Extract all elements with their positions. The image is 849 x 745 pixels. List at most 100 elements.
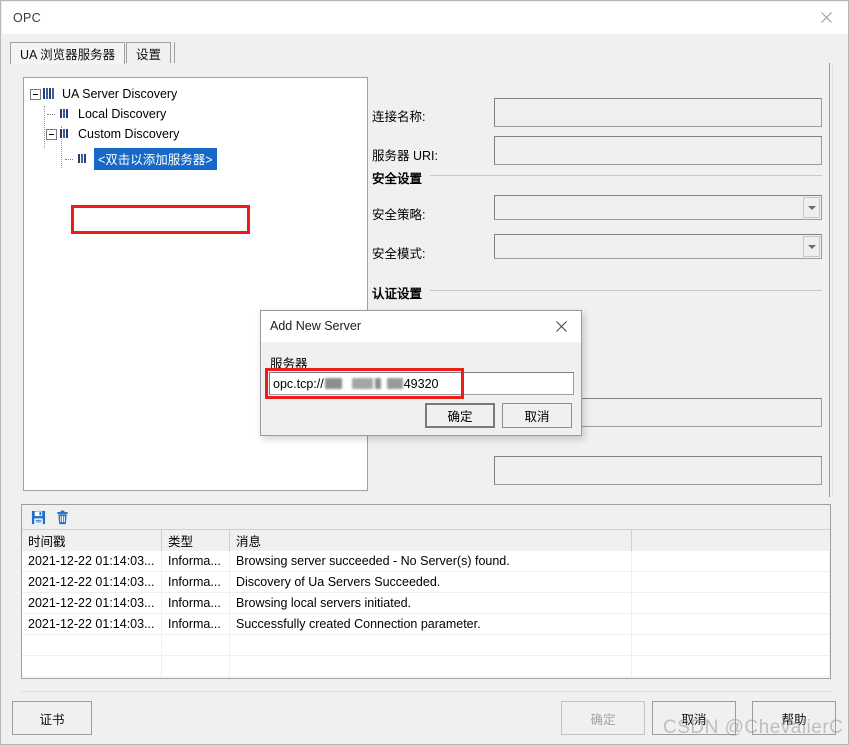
close-icon[interactable] bbox=[541, 311, 581, 341]
table-row[interactable]: 2021-12-22 01:14:03... Informa... Discov… bbox=[22, 572, 830, 593]
redacted-host-part bbox=[374, 378, 381, 389]
server-icon bbox=[59, 127, 73, 141]
tab-label: 设置 bbox=[136, 48, 162, 62]
opc-configuration-window: OPC UA 浏览器服务器 设置 UA Server Discovery Loc… bbox=[0, 0, 849, 745]
log-table-body: 2021-12-22 01:14:03... Informa... Browsi… bbox=[22, 551, 830, 678]
cell-extra bbox=[632, 656, 830, 676]
server-url-input[interactable]: opc.tcp:// 49320 bbox=[269, 372, 574, 395]
certificate-button[interactable]: 证书 bbox=[12, 701, 92, 735]
server-url-port: 49320 bbox=[403, 376, 439, 391]
cell-timestamp: 2021-12-22 01:14:03... bbox=[22, 593, 162, 613]
cell-extra bbox=[632, 572, 830, 592]
column-header-type[interactable]: 类型 bbox=[162, 530, 230, 551]
help-button[interactable]: 帮助 bbox=[752, 701, 836, 735]
redacted-host-part bbox=[386, 378, 403, 389]
cell-extra bbox=[632, 551, 830, 571]
dialog-cancel-button[interactable]: 取消 bbox=[502, 403, 572, 428]
trash-icon[interactable] bbox=[50, 506, 74, 528]
log-panel: 时间戳 类型 消息 2021-12-22 01:14:03... Informa… bbox=[21, 504, 831, 679]
cell-timestamp: 2021-12-22 01:14:03... bbox=[22, 551, 162, 571]
cell-message: Browsing server succeeded - No Server(s)… bbox=[230, 551, 632, 571]
dialog-titlebar: Add New Server bbox=[261, 311, 581, 342]
log-toolbar bbox=[22, 505, 830, 530]
chevron-down-icon[interactable] bbox=[803, 197, 820, 218]
server-uri-label: 服务器 URI: bbox=[372, 149, 438, 163]
ok-button[interactable]: 确定 bbox=[561, 701, 645, 735]
table-row[interactable]: 2021-12-22 01:14:03... Informa... Browsi… bbox=[22, 551, 830, 572]
tab-settings[interactable]: 设置 bbox=[126, 42, 172, 64]
table-row[interactable] bbox=[22, 635, 830, 656]
tree-node-local-discovery[interactable]: Local Discovery bbox=[24, 104, 367, 124]
tree-node-custom-discovery[interactable]: Custom Discovery bbox=[24, 124, 367, 144]
connection-name-input[interactable] bbox=[494, 98, 822, 127]
cell-message bbox=[230, 635, 632, 655]
close-icon[interactable] bbox=[803, 2, 848, 33]
column-header-timestamp[interactable]: 时间戳 bbox=[22, 530, 162, 551]
footer-divider bbox=[21, 691, 831, 692]
cell-extra bbox=[632, 614, 830, 634]
cell-timestamp: 2021-12-22 01:14:03... bbox=[22, 572, 162, 592]
table-row[interactable] bbox=[22, 656, 830, 677]
security-mode-label: 安全模式: bbox=[372, 247, 426, 261]
cell-type: Informa... bbox=[162, 593, 230, 613]
security-settings-group-label: 安全设置 bbox=[372, 168, 428, 187]
tree-connector-icon bbox=[64, 154, 75, 165]
tree-node-ua-server-discovery[interactable]: UA Server Discovery bbox=[24, 84, 367, 104]
server-uri-input[interactable] bbox=[494, 136, 822, 165]
tree-node-label: <双击以添加服务器> bbox=[94, 148, 217, 170]
cell-extra bbox=[632, 593, 830, 613]
auth-settings-divider bbox=[430, 290, 822, 291]
dialog-ok-button[interactable]: 确定 bbox=[425, 403, 495, 428]
tree-node-label: Custom Discovery bbox=[78, 127, 180, 141]
log-table-header: 时间戳 类型 消息 bbox=[22, 530, 830, 551]
table-row[interactable] bbox=[22, 677, 830, 678]
tab-strip: UA 浏览器服务器 设置 bbox=[10, 42, 842, 64]
dialog-title: Add New Server bbox=[270, 319, 362, 333]
cell-type bbox=[162, 656, 230, 676]
cell-type bbox=[162, 635, 230, 655]
connection-name-label: 连接名称: bbox=[372, 110, 426, 124]
cell-message bbox=[230, 677, 632, 678]
cell-message: Successfully created Connection paramete… bbox=[230, 614, 632, 634]
cell-extra bbox=[632, 635, 830, 655]
server-group-icon bbox=[43, 87, 57, 101]
tree-node-label: Local Discovery bbox=[78, 107, 167, 121]
server-url-prefix: opc.tcp:// bbox=[273, 376, 324, 391]
server-icon bbox=[77, 152, 91, 166]
security-policy-label: 安全策略: bbox=[372, 208, 426, 222]
tree-node-add-server[interactable]: <双击以添加服务器> bbox=[24, 148, 367, 170]
table-row[interactable]: 2021-12-22 01:14:03... Informa... Browsi… bbox=[22, 593, 830, 614]
redacted-host-part bbox=[324, 378, 342, 389]
cell-type: Informa... bbox=[162, 551, 230, 571]
cancel-button[interactable]: 取消 bbox=[652, 701, 736, 735]
cell-timestamp bbox=[22, 635, 162, 655]
save-icon[interactable] bbox=[26, 506, 50, 528]
collapse-expander-icon[interactable] bbox=[30, 88, 41, 100]
security-mode-select[interactable] bbox=[494, 234, 822, 259]
cell-type bbox=[162, 677, 230, 678]
table-row[interactable]: 2021-12-22 01:14:03... Informa... Succes… bbox=[22, 614, 830, 635]
add-new-server-dialog: Add New Server 服务器 opc.tcp:// 49320 确定 取消 bbox=[260, 310, 582, 436]
cell-message: Discovery of Ua Servers Succeeded. bbox=[230, 572, 632, 592]
cell-timestamp bbox=[22, 656, 162, 676]
cell-message bbox=[230, 656, 632, 676]
auth-settings-group-label: 认证设置 bbox=[372, 283, 428, 302]
tab-label: UA 浏览器服务器 bbox=[20, 48, 116, 62]
cell-type: Informa... bbox=[162, 614, 230, 634]
cell-timestamp: 2021-12-22 01:14:03... bbox=[22, 614, 162, 634]
tab-ua-browser-server[interactable]: UA 浏览器服务器 bbox=[10, 42, 126, 64]
security-policy-select[interactable] bbox=[494, 195, 822, 220]
panel-splitter[interactable] bbox=[829, 63, 833, 497]
security-settings-divider bbox=[430, 175, 822, 176]
cell-extra bbox=[632, 677, 830, 678]
chevron-down-icon[interactable] bbox=[803, 236, 820, 257]
tree-node-label: UA Server Discovery bbox=[62, 87, 178, 101]
window-title: OPC bbox=[13, 11, 41, 25]
auth-password-input[interactable] bbox=[494, 456, 822, 485]
tree-connector-icon bbox=[46, 109, 57, 120]
collapse-expander-icon[interactable] bbox=[46, 128, 57, 140]
column-header-message[interactable]: 消息 bbox=[230, 530, 632, 551]
cell-type: Informa... bbox=[162, 572, 230, 592]
tab-strip-filler bbox=[169, 42, 175, 64]
column-header-extra[interactable] bbox=[632, 530, 830, 551]
